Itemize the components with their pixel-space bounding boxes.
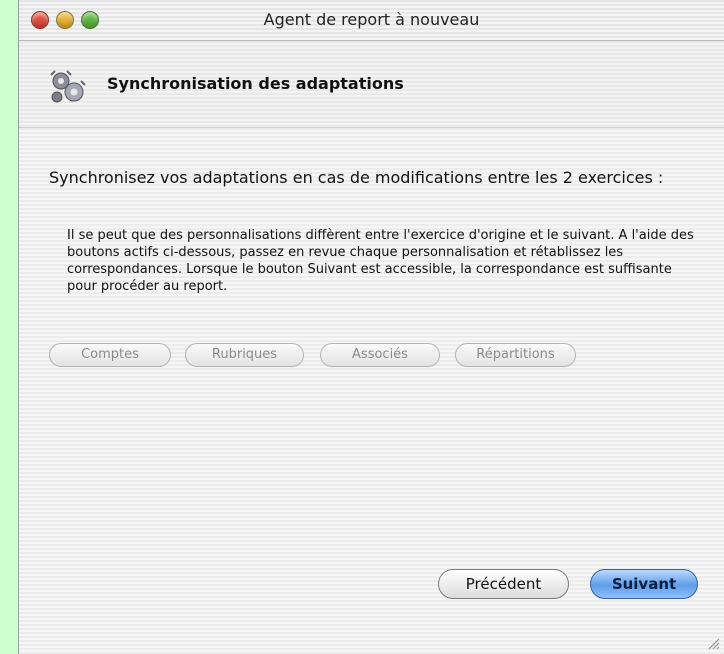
associes-button[interactable]: Associés [320,343,440,367]
next-button[interactable]: Suivant [590,569,698,599]
resize-grip-icon[interactable] [706,636,720,650]
step-title: Synchronisation des adaptations [107,74,404,93]
rubriques-button[interactable]: Rubriques [185,343,304,367]
title-bar[interactable]: Agent de report à nouveau [19,0,724,41]
window-title: Agent de report à nouveau [263,10,480,29]
step-header: Synchronisation des adaptations [19,41,724,128]
previous-button[interactable]: Précédent [438,569,569,599]
assistant-window: Agent de report à nouveau Synchronisatio… [18,0,724,654]
intro-text: Synchronisez vos adaptations en cas de m… [49,168,664,187]
comptes-button[interactable]: Comptes [49,343,171,367]
repartitions-button[interactable]: Répartitions [455,343,576,367]
gears-icon [50,70,86,103]
instructions-text: Il se peut que des personnalisations dif… [67,228,694,294]
